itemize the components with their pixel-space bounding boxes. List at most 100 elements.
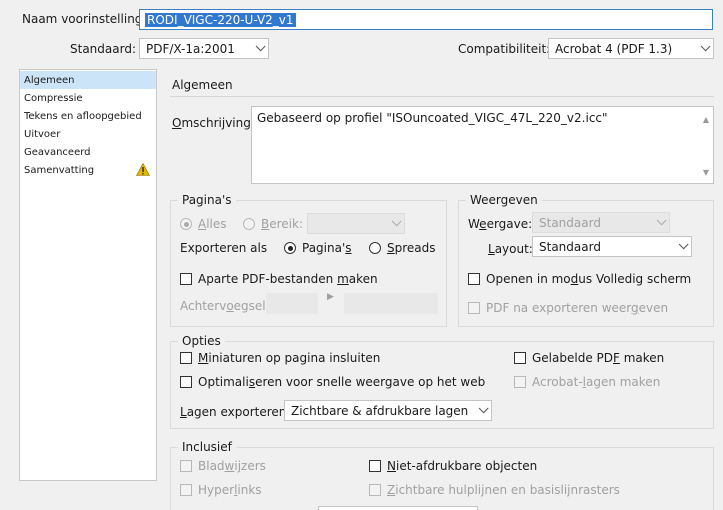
layout-value: Standaard: [539, 239, 601, 254]
section-divider: [170, 96, 714, 97]
standard-value: PDF/X-1a:2001: [146, 41, 235, 56]
export-layers-select[interactable]: Zichtbare & afdrukbare lagen: [284, 400, 492, 421]
arrow-right-icon[interactable]: ▶: [327, 292, 334, 302]
warning-icon: [136, 163, 150, 176]
export-pages-radio[interactable]: Pagina's: [284, 241, 352, 255]
checkbox-icon: [180, 352, 192, 364]
tagged-pdf-checkbox[interactable]: Gelabelde PDF maken: [514, 351, 664, 365]
suffix-input[interactable]: [266, 293, 318, 314]
radio-icon: [369, 242, 381, 254]
sidebar-item-label: Geavanceerd: [24, 146, 91, 158]
section-title: Algemeen: [172, 78, 233, 92]
sidebar-item-algemeen[interactable]: Algemeen: [20, 71, 156, 89]
scroll-down-icon[interactable]: ▼: [703, 168, 709, 177]
options-group-title: Opties: [178, 334, 225, 348]
checkbox-icon: [369, 460, 381, 472]
all-pages-radio[interactable]: Alles: [180, 217, 227, 231]
description-textarea[interactable]: Gebaseerd op profiel "ISOuncoated_VIGC_4…: [251, 106, 714, 184]
chevron-down-icon: [255, 41, 266, 52]
checkbox-icon: [369, 484, 381, 496]
scroll-up-icon[interactable]: ▲: [703, 115, 709, 124]
export-spreads-label: Spreads: [387, 241, 436, 255]
hyperlinks-label: Hyperlinks: [198, 483, 262, 497]
sidebar-item-uitvoer[interactable]: Uitvoer: [20, 125, 156, 143]
include-group-title: Inclusief: [178, 440, 236, 454]
range-input[interactable]: [307, 213, 405, 234]
partial-select[interactable]: [318, 506, 478, 510]
checkbox-icon: [468, 302, 480, 314]
compatibility-select[interactable]: Acrobat 4 (PDF 1.3): [548, 38, 714, 59]
description-label: Omschrijving:: [172, 116, 255, 130]
view-label: Weergave:: [468, 217, 533, 231]
range-radio[interactable]: Bereik:: [243, 217, 303, 231]
compatibility-value: Acrobat 4 (PDF 1.3): [555, 41, 673, 56]
optimize-web-checkbox[interactable]: Optimaliseren voor snelle weergave op he…: [180, 375, 485, 389]
thumbnails-checkbox[interactable]: Miniaturen op pagina insluiten: [180, 351, 380, 365]
guides-checkbox[interactable]: Zichtbare hulplijnen en basislijnrasters: [369, 483, 620, 497]
export-spreads-radio[interactable]: Spreads: [369, 241, 436, 255]
export-layers-label: Lagen exporteren:: [180, 405, 291, 419]
view-group-title: Weergeven: [466, 193, 542, 207]
nonprint-objects-label: Niet-afdrukbare objecten: [387, 459, 538, 473]
checkbox-icon: [180, 484, 192, 496]
all-pages-label: Alles: [198, 217, 227, 231]
chevron-down-icon: [391, 216, 402, 227]
checkbox-icon: [180, 376, 192, 388]
radio-icon: [243, 218, 255, 230]
include-group: [170, 447, 714, 510]
preset-name-value: RODI_VIGC-220-U-V2_v1: [145, 12, 296, 27]
sidebar-item-samenvatting[interactable]: Samenvatting: [20, 161, 156, 179]
chevron-down-icon: [700, 41, 711, 52]
separate-pdf-checkbox[interactable]: Aparte PDF-bestanden maken: [180, 272, 378, 286]
acrobat-layers-label: Acrobat-lagen maken: [532, 375, 661, 389]
layout-select[interactable]: Standaard: [532, 236, 692, 257]
checkbox-icon: [180, 460, 192, 472]
export-pages-label: Pagina's: [302, 241, 352, 255]
sidebar-item-compressie[interactable]: Compressie: [20, 89, 156, 107]
checkbox-icon: [180, 273, 192, 285]
standard-label: Standaard:: [70, 42, 136, 56]
sidebar-item-geavanceerd[interactable]: Geavanceerd: [20, 143, 156, 161]
optimize-web-label: Optimaliseren voor snelle weergave op he…: [198, 375, 486, 389]
suffix-token-input[interactable]: [344, 293, 438, 314]
sidebar-item-label: Compressie: [24, 92, 83, 104]
fullscreen-label: Openen in modus Volledig scherm: [486, 272, 692, 286]
sidebar-item-tekens-en-afloopgebied[interactable]: Tekens en afloopgebied: [20, 107, 156, 125]
tagged-pdf-label: Gelabelde PDF maken: [532, 351, 665, 365]
nonprint-objects-checkbox[interactable]: Niet-afdrukbare objecten: [369, 459, 537, 473]
export-layers-value: Zichtbare & afdrukbare lagen: [291, 403, 469, 418]
layout-label: Layout:: [488, 242, 533, 256]
radio-icon: [180, 218, 192, 230]
fullscreen-checkbox[interactable]: Openen in modus Volledig scherm: [468, 272, 691, 286]
acrobat-layers-checkbox[interactable]: Acrobat-lagen maken: [514, 375, 660, 389]
sidebar-item-label: Uitvoer: [24, 128, 61, 140]
guides-label: Zichtbare hulplijnen en basislijnrasters: [387, 483, 620, 497]
separate-pdf-label: Aparte PDF-bestanden maken: [198, 272, 378, 286]
view-after-export-checkbox[interactable]: PDF na exporteren weergeven: [468, 301, 668, 315]
chevron-down-icon: [656, 215, 667, 226]
compatibility-label: Compatibiliteit:: [458, 42, 551, 56]
preset-name-input[interactable]: RODI_VIGC-220-U-V2_v1: [139, 9, 713, 30]
sidebar-item-label: Tekens en afloopgebied: [24, 110, 142, 122]
pages-group-title: Pagina's: [178, 193, 236, 207]
export-as-label: Exporteren als: [180, 241, 268, 255]
view-value: Standaard: [539, 215, 601, 230]
bookmarks-checkbox[interactable]: Bladwijzers: [180, 459, 266, 473]
radio-icon: [284, 242, 296, 254]
preset-name-label: Naam voorinstelling:: [22, 12, 147, 26]
sidebar-item-label: Samenvatting: [24, 164, 95, 176]
description-value: Gebaseerd op profiel "ISOuncoated_VIGC_4…: [257, 111, 608, 125]
view-after-export-label: PDF na exporteren weergeven: [486, 301, 669, 315]
view-select[interactable]: Standaard: [532, 212, 670, 233]
hyperlinks-checkbox[interactable]: Hyperlinks: [180, 483, 262, 497]
thumbnails-label: Miniaturen op pagina insluiten: [198, 351, 381, 365]
suffix-label: Achtervoegsel:: [180, 299, 270, 313]
sidebar: Algemeen Compressie Tekens en afloopgebied…: [19, 69, 157, 481]
checkbox-icon: [468, 273, 480, 285]
checkbox-icon: [514, 376, 526, 388]
sidebar-item-label: Algemeen: [24, 74, 75, 86]
standard-select[interactable]: PDF/X-1a:2001: [139, 38, 269, 59]
chevron-down-icon: [678, 239, 689, 250]
range-label: Bereik:: [261, 217, 303, 231]
checkbox-icon: [514, 352, 526, 364]
